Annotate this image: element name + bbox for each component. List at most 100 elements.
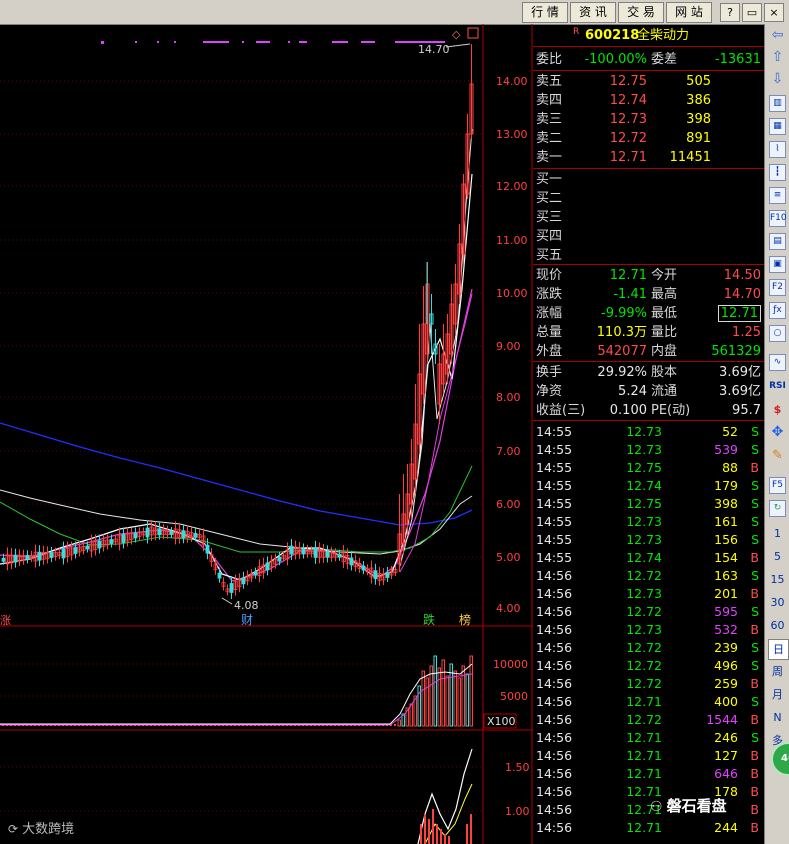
candle-body [301, 548, 306, 555]
period-button[interactable]: 1 [768, 524, 787, 543]
menu-quotes[interactable]: 行 情 [522, 2, 568, 23]
restore-button[interactable]: ▭ [742, 3, 762, 22]
tick-price: 12.74 [626, 478, 662, 493]
candle-body [133, 532, 138, 539]
tick-volume: 244 [714, 820, 738, 835]
circle-icon[interactable]: ○ [769, 325, 786, 342]
help-button[interactable]: ? [720, 3, 740, 22]
event-tag-ranking[interactable]: 榜 [459, 612, 471, 627]
period-button[interactable]: 周 [768, 662, 787, 681]
volume-bar [441, 659, 445, 727]
tick-row[interactable]: 14:56 12.72 496 S [533, 657, 764, 675]
ask-row[interactable]: 卖二 12.72 891 [533, 129, 764, 148]
tick-side: S [751, 568, 759, 583]
menu-trade[interactable]: 交 易 [618, 2, 664, 23]
menu-news[interactable]: 资 讯 [570, 2, 616, 23]
tick-row[interactable]: 14:55 12.73 156 S [533, 531, 764, 549]
kline-chart[interactable]: 14.00 13.00 12.00 11.00 10.00 9.00 8.00 … [0, 24, 533, 844]
period-button[interactable]: 月 [768, 685, 787, 704]
rsi-icon[interactable]: RSI [768, 377, 787, 396]
ask-row[interactable]: 卖一 12.71 11451 [533, 148, 764, 167]
volume-ma-line [0, 663, 473, 725]
arrow-left-icon[interactable]: ⇦ [768, 26, 787, 45]
tick-row[interactable]: 14:56 12.72 259 B [533, 675, 764, 693]
period-button[interactable]: 30 [768, 593, 787, 612]
tick-row[interactable]: 14:56 12.71 B [533, 801, 764, 819]
tick-time: 14:55 [536, 442, 573, 457]
dollar-icon[interactable]: $ [768, 400, 787, 419]
event-tag-financial[interactable]: 财 [241, 613, 253, 627]
tick-volume: 154 [714, 550, 738, 565]
price-tick: 5.00 [496, 551, 521, 564]
tick-row[interactable]: 14:56 12.71 127 B [533, 747, 764, 765]
arrow-down-icon[interactable]: ⇩ [768, 70, 787, 89]
tick-row[interactable]: 14:56 12.73 201 B [533, 585, 764, 603]
finance-value: 95.7 [732, 403, 761, 418]
period-button[interactable]: 60 [768, 616, 787, 635]
candle-body [25, 555, 30, 560]
ask-label: 卖五 [536, 74, 563, 89]
calendar-icon[interactable]: ▣ [769, 256, 786, 273]
refresh-icon[interactable]: ↻ [769, 500, 786, 517]
bid-row[interactable]: 买一 [533, 170, 764, 189]
bid-row[interactable]: 买三 [533, 208, 764, 227]
f5-icon[interactable]: F5 [769, 477, 786, 494]
ask-row[interactable]: 卖四 12.74 386 [533, 91, 764, 110]
period-button[interactable]: 15 [768, 570, 787, 589]
grid-icon[interactable]: ▦ [769, 118, 786, 135]
tick-volume: 156 [714, 532, 738, 547]
tick-row[interactable]: 14:56 12.71 246 S [533, 729, 764, 747]
period-button[interactable]: N [768, 708, 787, 727]
volume-bar [453, 670, 457, 727]
move-icon[interactable]: ✥ [768, 423, 787, 442]
f2-icon[interactable]: F2 [769, 279, 786, 296]
close-button[interactable]: × [764, 3, 784, 22]
arrow-up-icon[interactable]: ⇧ [768, 48, 787, 67]
period-button[interactable]: 日 [768, 639, 789, 660]
ask-label: 卖三 [536, 112, 563, 127]
tick-row[interactable]: 14:56 12.71 244 B [533, 819, 764, 837]
candle-icon[interactable]: ┇ [769, 164, 786, 181]
tick-row[interactable]: 14:56 12.71 646 B [533, 765, 764, 783]
tick-row[interactable]: 14:56 12.71 178 B [533, 783, 764, 801]
tick-row[interactable]: 14:56 12.72 163 S [533, 567, 764, 585]
tick-row[interactable]: 14:56 12.72 595 S [533, 603, 764, 621]
bar-chart-icon[interactable]: ▥ [769, 95, 786, 112]
tick-row[interactable]: 14:55 12.75 88 B [533, 459, 764, 477]
ask-row[interactable]: 卖三 12.73 398 [533, 110, 764, 129]
tick-side: B [750, 766, 759, 781]
tick-side: B [750, 550, 759, 565]
pencil-icon[interactable]: ✎ [768, 446, 787, 465]
tick-row[interactable]: 14:55 12.73 539 S [533, 441, 764, 459]
tick-row[interactable]: 14:55 12.74 154 B [533, 549, 764, 567]
tick-row[interactable]: 14:56 12.73 532 B [533, 621, 764, 639]
tick-row[interactable]: 14:55 12.75 398 S [533, 495, 764, 513]
menu-website[interactable]: 网 站 [666, 2, 712, 23]
wechat-icon: ⚇ [650, 799, 663, 815]
tick-side: B [750, 676, 759, 691]
line-chart-icon[interactable]: ⌇ [769, 141, 786, 158]
tick-row[interactable]: 14:56 12.71 400 S [533, 693, 764, 711]
stat-value: 14.50 [723, 268, 761, 283]
period-button[interactable]: 5 [768, 547, 787, 566]
tick-row[interactable]: 14:55 12.73 52 S [533, 423, 764, 441]
tick-row[interactable]: 14:56 12.72 1544 B [533, 711, 764, 729]
event-tag-drop[interactable]: 跌 [423, 612, 435, 627]
tick-row[interactable]: 14:55 12.73 161 S [533, 513, 764, 531]
tick-row[interactable]: 14:55 12.74 179 S [533, 477, 764, 495]
tick-row[interactable]: 14:56 12.72 239 S [533, 639, 764, 657]
bid-row[interactable]: 买二 [533, 189, 764, 208]
volume-bar [397, 719, 401, 727]
bid-row[interactable]: 买四 [533, 227, 764, 246]
volume-bar [429, 665, 433, 727]
list-icon[interactable]: ≡ [769, 187, 786, 204]
finance-value: 5.24 [618, 384, 647, 399]
ask-row[interactable]: 卖五 12.75 505 [533, 72, 764, 91]
wave-icon[interactable]: ∿ [769, 354, 786, 371]
formula-icon[interactable]: ƒx [769, 302, 786, 319]
f10-icon[interactable]: F10 [769, 210, 787, 227]
notes-icon[interactable]: ▤ [769, 233, 786, 250]
tick-time: 14:55 [536, 514, 573, 529]
panel-toggle-icon[interactable] [467, 27, 479, 39]
bid-row[interactable]: 买五 [533, 246, 764, 265]
